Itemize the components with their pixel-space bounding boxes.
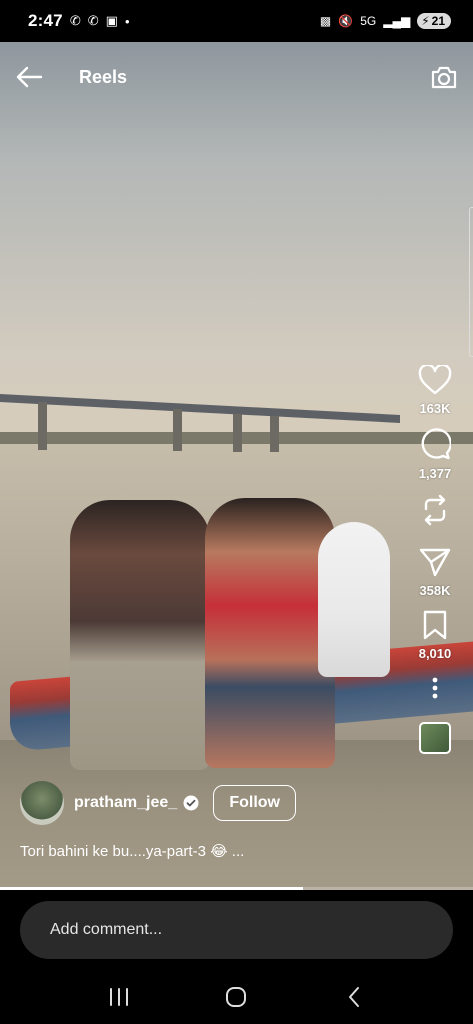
verified-badge-icon	[183, 795, 199, 811]
share-button[interactable]: 358K	[419, 547, 451, 598]
cast-icon: ▩	[319, 14, 332, 28]
whatsapp-icon: ✆	[69, 13, 81, 28]
video-sky	[0, 42, 473, 432]
page-title: Reels	[79, 66, 128, 87]
network-label: 5G	[360, 14, 377, 28]
like-count: 163K	[419, 401, 451, 416]
reel-actions: 163K 1,377 358K 8,010	[415, 365, 455, 754]
recent-apps-icon	[109, 988, 128, 1006]
camera-icon[interactable]	[429, 62, 459, 92]
comment-input[interactable]: Add comment...	[20, 901, 453, 959]
follow-button[interactable]: Follow	[213, 785, 297, 821]
comment-button[interactable]: 1,377	[418, 428, 452, 481]
status-bar: 2:47 ✆ ✆ ▣ • ▩ 🔇 5G ▂▄▆ ⚡ 21	[0, 0, 473, 42]
bridge-pillar	[270, 416, 279, 452]
battery-level: 21	[431, 14, 445, 28]
whatsapp-icon-2: ✆	[87, 13, 99, 28]
share-count: 358K	[419, 583, 451, 598]
back-chevron-icon	[349, 987, 360, 1007]
repost-button[interactable]	[420, 493, 450, 527]
video-person	[205, 498, 335, 768]
more-options-icon[interactable]	[432, 677, 438, 704]
bridge-pillar	[173, 409, 182, 451]
bridge-pillar	[233, 414, 242, 452]
scroll-edge-indicator	[469, 207, 473, 357]
mute-icon: 🔇	[338, 14, 354, 28]
status-time: 2:47	[28, 11, 63, 30]
author-username[interactable]: pratham_jee_	[74, 794, 177, 812]
reel-author: pratham_jee_ Follow	[20, 781, 297, 825]
like-button[interactable]: 163K	[418, 365, 452, 416]
bolt-icon: ⚡	[421, 14, 430, 28]
comment-icon	[421, 428, 451, 460]
save-count: 8,010	[418, 646, 452, 661]
comment-count: 1,377	[418, 466, 452, 481]
repost-icon	[424, 494, 446, 526]
send-icon	[419, 548, 451, 577]
heart-icon	[418, 365, 452, 395]
reels-header: Reels	[0, 55, 473, 99]
video-person	[318, 522, 390, 677]
screenshot-icon: ▣	[105, 13, 118, 28]
system-nav-bar	[0, 970, 473, 1024]
bookmark-icon	[423, 610, 447, 640]
home-icon	[226, 987, 247, 1007]
battery-indicator: ⚡ 21	[417, 13, 451, 29]
bridge-pillar	[38, 402, 47, 450]
home-button[interactable]	[216, 977, 256, 1017]
avatar[interactable]	[20, 781, 64, 825]
audio-thumbnail[interactable]	[419, 722, 451, 754]
save-button[interactable]: 8,010	[418, 610, 452, 661]
notification-dot-icon: •	[124, 13, 130, 29]
recent-apps-button[interactable]	[99, 977, 139, 1017]
back-button[interactable]	[334, 977, 374, 1017]
comment-bar: Add comment...	[0, 890, 473, 970]
reel-caption[interactable]: Tori bahini ke bu....ya-part-3 😂 ...	[20, 842, 244, 860]
video-person	[70, 500, 210, 770]
reel-video[interactable]	[0, 42, 473, 890]
signal-icon: ▂▄▆	[383, 14, 411, 28]
arrow-left-icon[interactable]	[14, 62, 44, 92]
